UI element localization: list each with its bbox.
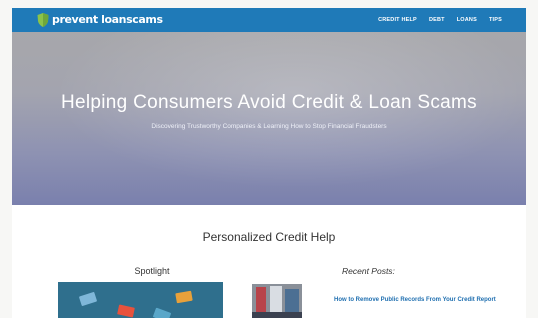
credit-card-image — [175, 290, 193, 304]
nav-link-debt[interactable]: DEBT — [429, 15, 445, 25]
recent-post-title-link[interactable]: How to Remove Public Records From Your C… — [334, 296, 504, 304]
browser-viewport: prevent loanscams CREDIT HELP DEBT LOANS… — [12, 8, 526, 318]
credit-card-image — [78, 291, 98, 307]
spotlight-image[interactable] — [58, 282, 223, 318]
recent-posts-heading: Recent Posts: — [342, 266, 395, 276]
site-logo[interactable]: prevent loanscams — [37, 12, 163, 28]
main-nav: CREDIT HELP DEBT LOANS TIPS — [378, 15, 502, 25]
hero-background — [12, 32, 526, 205]
section-title: Personalized Credit Help — [202, 230, 336, 244]
post-thumbnail — [252, 284, 302, 318]
credit-card-image — [117, 304, 135, 318]
shield-icon — [37, 13, 49, 27]
hero-title: Helping Consumers Avoid Credit & Loan Sc… — [61, 92, 477, 113]
logo-text: prevent loanscams — [52, 13, 163, 26]
recent-post-item[interactable]: How to Remove Public Records From Your C… — [252, 284, 512, 318]
hero-subtitle: Discovering Trustworthy Companies & Lear… — [151, 123, 387, 130]
hero-banner: Helping Consumers Avoid Credit & Loan Sc… — [12, 32, 526, 205]
top-navbar: prevent loanscams CREDIT HELP DEBT LOANS… — [12, 8, 526, 32]
spotlight-heading: Spotlight — [134, 266, 170, 276]
credit-card-image — [152, 307, 172, 318]
nav-link-tips[interactable]: TIPS — [489, 15, 502, 25]
nav-link-credit-help[interactable]: CREDIT HELP — [378, 15, 417, 25]
nav-link-loans[interactable]: LOANS — [457, 15, 477, 25]
